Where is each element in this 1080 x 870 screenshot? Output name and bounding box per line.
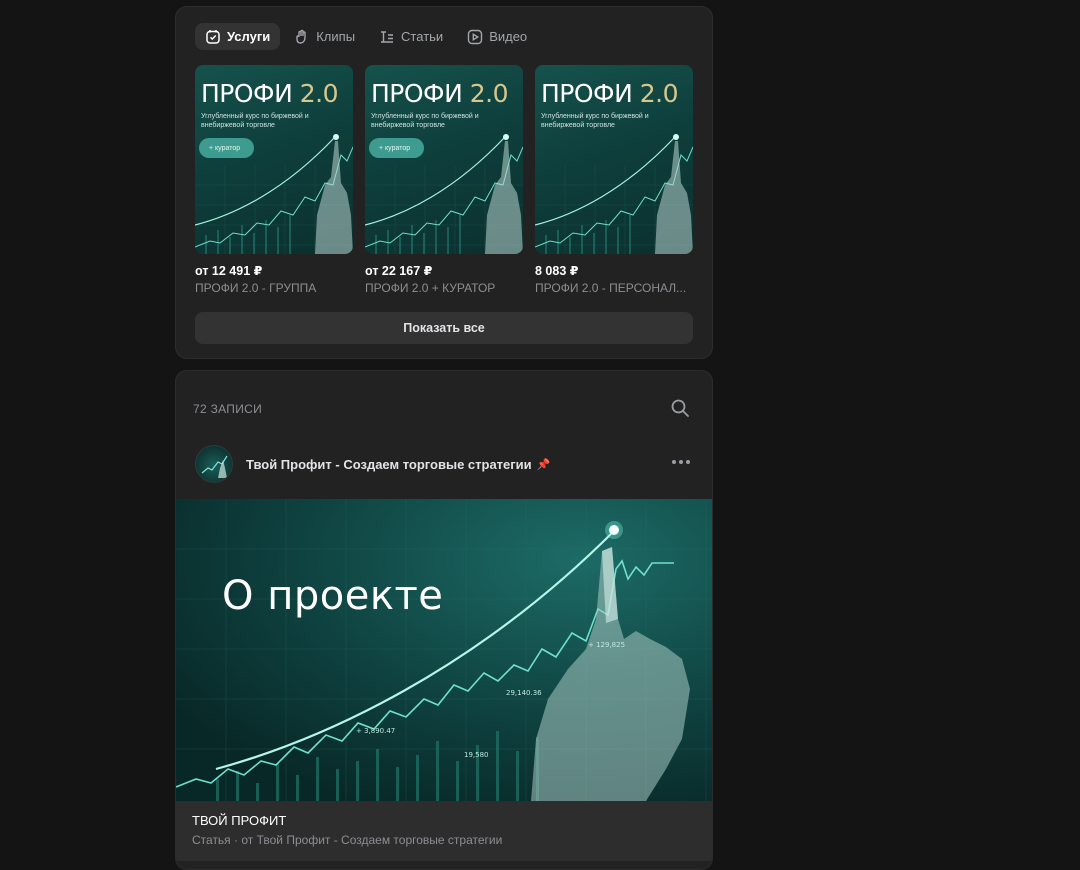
article-footer[interactable]: ТВОЙ ПРОФИТ Статья · от Твой Профит - Со… xyxy=(176,801,712,861)
tab-services[interactable]: Услуги xyxy=(195,23,281,50)
wall-card: 72 ЗАПИСИ Твой Профит - Создаем торговые… xyxy=(175,370,713,870)
video-icon xyxy=(467,29,483,44)
thumb-subtitle: Углубленный курс по биржевой и внебиржев… xyxy=(541,113,649,129)
product-card[interactable]: ПРОФИ 2.0 Углубленный курс по биржевой и… xyxy=(535,65,693,295)
more-options-icon[interactable] xyxy=(672,457,690,467)
tab-articles-label: Статьи xyxy=(401,29,444,44)
content-tabs: Услуги Клипы Статьи Видео xyxy=(195,23,537,50)
product-name: ПРОФИ 2.0 - ПЕРСОНАЛ... xyxy=(535,281,687,295)
product-price: от 22 167 ₽ xyxy=(365,264,433,278)
thumb-badge: + куратор xyxy=(369,138,425,158)
product-price: 8 083 ₽ xyxy=(535,264,579,278)
banner-artwork: + 129,825 29,140.36 + 3,890.47 19,580 xyxy=(176,499,712,801)
tab-video[interactable]: Видео xyxy=(457,23,537,50)
thumb-title: ПРОФИ 2.0 xyxy=(201,79,339,108)
pin-icon: 📌 xyxy=(536,458,551,471)
thumb-title: ПРОФИ 2.0 xyxy=(541,79,679,108)
article-subtitle: Статья · от Твой Профит - Создаем торгов… xyxy=(192,833,503,847)
article-title: ТВОЙ ПРОФИТ xyxy=(192,813,287,828)
product-list: ПРОФИ 2.0 Углубленный курс по биржевой и… xyxy=(195,65,693,295)
show-all-button[interactable]: Показать все xyxy=(195,312,693,344)
product-name: ПРОФИ 2.0 + КУРАТОР xyxy=(365,281,496,295)
banner-title: О проекте xyxy=(222,573,444,619)
product-card[interactable]: ПРОФИ 2.0 Углубленный курс по биржевой и… xyxy=(195,65,353,295)
search-icon[interactable] xyxy=(670,398,690,418)
articles-icon xyxy=(381,30,394,43)
ticker-label: 29,140.36 xyxy=(506,689,542,697)
product-thumbnail: ПРОФИ 2.0 Углубленный курс по биржевой и… xyxy=(365,65,523,254)
product-thumbnail: ПРОФИ 2.0 Углубленный курс по биржевой и… xyxy=(535,65,693,254)
thumb-title: ПРОФИ 2.0 xyxy=(371,79,509,108)
thumb-subtitle: Углубленный курс по биржевой и внебиржев… xyxy=(201,113,309,129)
avatar-chart-icon xyxy=(201,455,228,478)
article-banner[interactable]: + 129,825 29,140.36 + 3,890.47 19,580 О … xyxy=(176,499,712,801)
ticker-label: + 3,890.47 xyxy=(356,727,395,735)
product-card[interactable]: ПРОФИ 2.0 Углубленный курс по биржевой и… xyxy=(365,65,523,295)
ticker-label: + 129,825 xyxy=(588,641,625,649)
product-name: ПРОФИ 2.0 - ГРУППА xyxy=(195,281,317,295)
tab-clips-label: Клипы xyxy=(316,29,356,44)
product-thumbnail: ПРОФИ 2.0 Углубленный курс по биржевой и… xyxy=(195,65,353,254)
avatar[interactable] xyxy=(195,445,233,483)
post-header: Твой Профит - Создаем торговые стратегии… xyxy=(195,445,550,483)
clips-icon xyxy=(296,29,306,44)
tab-clips[interactable]: Клипы xyxy=(284,23,365,50)
thumb-badge: + куратор xyxy=(199,138,255,158)
tab-video-label: Видео xyxy=(489,29,528,44)
product-price: от 12 491 ₽ xyxy=(195,264,263,278)
tab-articles[interactable]: Статьи xyxy=(369,23,453,50)
tab-services-label: Услуги xyxy=(227,29,271,44)
services-card: Услуги Клипы Статьи Видео ПРОФИ 2.0 Углу… xyxy=(175,6,713,359)
post-author[interactable]: Твой Профит - Создаем торговые стратегии xyxy=(246,457,532,472)
thumb-subtitle: Углубленный курс по биржевой и внебиржев… xyxy=(371,113,479,129)
ticker-label: 19,580 xyxy=(464,751,489,759)
wall-post-count: 72 ЗАПИСИ xyxy=(193,402,263,416)
services-icon xyxy=(206,29,220,44)
